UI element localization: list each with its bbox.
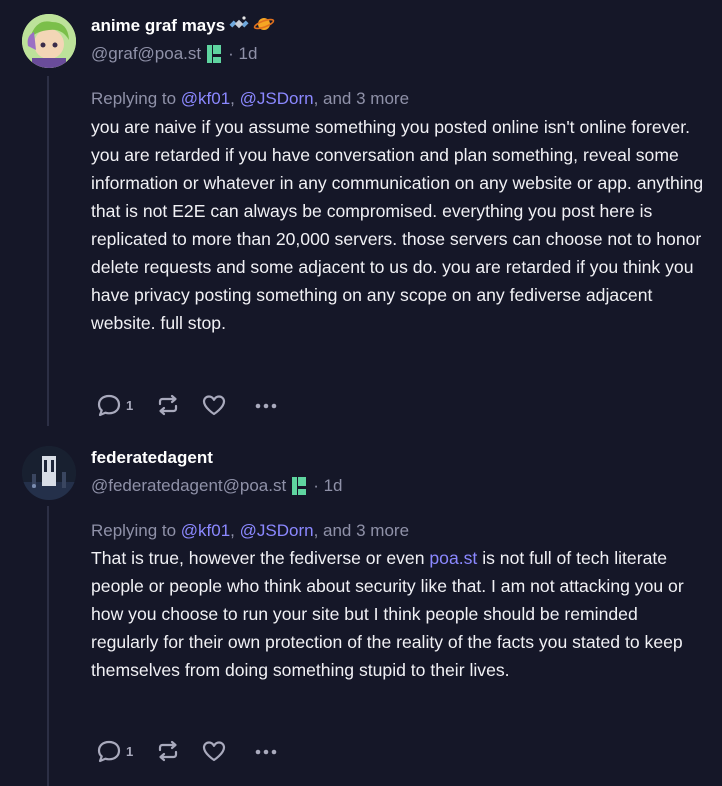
heart-icon <box>201 393 227 417</box>
pleroma-badge-icon <box>292 477 307 495</box>
timestamp[interactable]: · 1d <box>313 476 342 496</box>
body-text-part: That is true, however the fediverse or e… <box>91 548 430 568</box>
repost-icon <box>155 739 181 763</box>
mention-link[interactable]: @JSDorn <box>240 89 314 108</box>
display-name[interactable]: anime graf mays <box>91 14 275 38</box>
post-body: you are naive if you assume something yo… <box>91 117 704 333</box>
handle[interactable]: @graf@poa.st <box>91 44 201 64</box>
repost-button[interactable] <box>155 739 181 763</box>
display-name-text[interactable]: anime graf mays <box>91 16 225 36</box>
reply-more[interactable]: , and 3 more <box>314 521 409 540</box>
mention-link[interactable]: @kf01 <box>181 89 230 108</box>
action-bar: 1 <box>96 391 295 419</box>
post-federatedagent[interactable]: federatedagent @federatedagent@poa.st · … <box>0 430 722 786</box>
handle[interactable]: @federatedagent@poa.st <box>91 476 286 496</box>
display-name-text[interactable]: federatedagent <box>91 448 213 468</box>
pleroma-badge-icon <box>207 45 222 63</box>
mention-link[interactable]: @JSDorn <box>240 521 314 540</box>
action-bar: 1 <box>96 737 295 765</box>
reply-button[interactable]: 1 <box>96 393 133 417</box>
body-link[interactable]: poa.st <box>429 548 477 568</box>
reply-icon <box>96 393 122 417</box>
reply-separator: , <box>230 89 240 108</box>
handle-row: @graf@poa.st · 1d <box>91 41 275 67</box>
avatar[interactable] <box>22 446 76 500</box>
more-options-button[interactable] <box>253 393 279 417</box>
reply-more[interactable]: , and 3 more <box>314 89 409 108</box>
reply-context: Replying to @kf01, @JSDorn, and 3 more <box>91 521 409 541</box>
reply-separator: , <box>230 521 240 540</box>
repost-icon <box>155 393 181 417</box>
more-options-button[interactable] <box>253 739 279 763</box>
satellite-emoji-icon <box>229 14 249 39</box>
like-button[interactable] <box>201 739 227 763</box>
more-icon <box>253 393 279 417</box>
post-graf[interactable]: anime graf mays @graf@poa.st · 1d Replyi… <box>0 0 722 430</box>
reply-count: 1 <box>126 397 134 413</box>
mention-link[interactable]: @kf01 <box>181 521 230 540</box>
repost-button[interactable] <box>155 393 181 417</box>
reply-prefix: Replying to <box>91 89 181 108</box>
avatar[interactable] <box>22 14 76 68</box>
ringed-planet-emoji-icon <box>253 14 275 39</box>
display-name[interactable]: federatedagent <box>91 446 343 470</box>
reply-prefix: Replying to <box>91 521 181 540</box>
heart-icon <box>201 739 227 763</box>
reply-context: Replying to @kf01, @JSDorn, and 3 more <box>91 89 409 109</box>
reply-count: 1 <box>126 743 134 759</box>
handle-row: @federatedagent@poa.st · 1d <box>91 473 343 499</box>
like-button[interactable] <box>201 393 227 417</box>
reply-button[interactable]: 1 <box>96 739 133 763</box>
post-body: That is true, however the fediverse or e… <box>91 544 709 684</box>
reply-icon <box>96 739 122 763</box>
more-icon <box>253 739 279 763</box>
timestamp[interactable]: · 1d <box>228 44 257 64</box>
